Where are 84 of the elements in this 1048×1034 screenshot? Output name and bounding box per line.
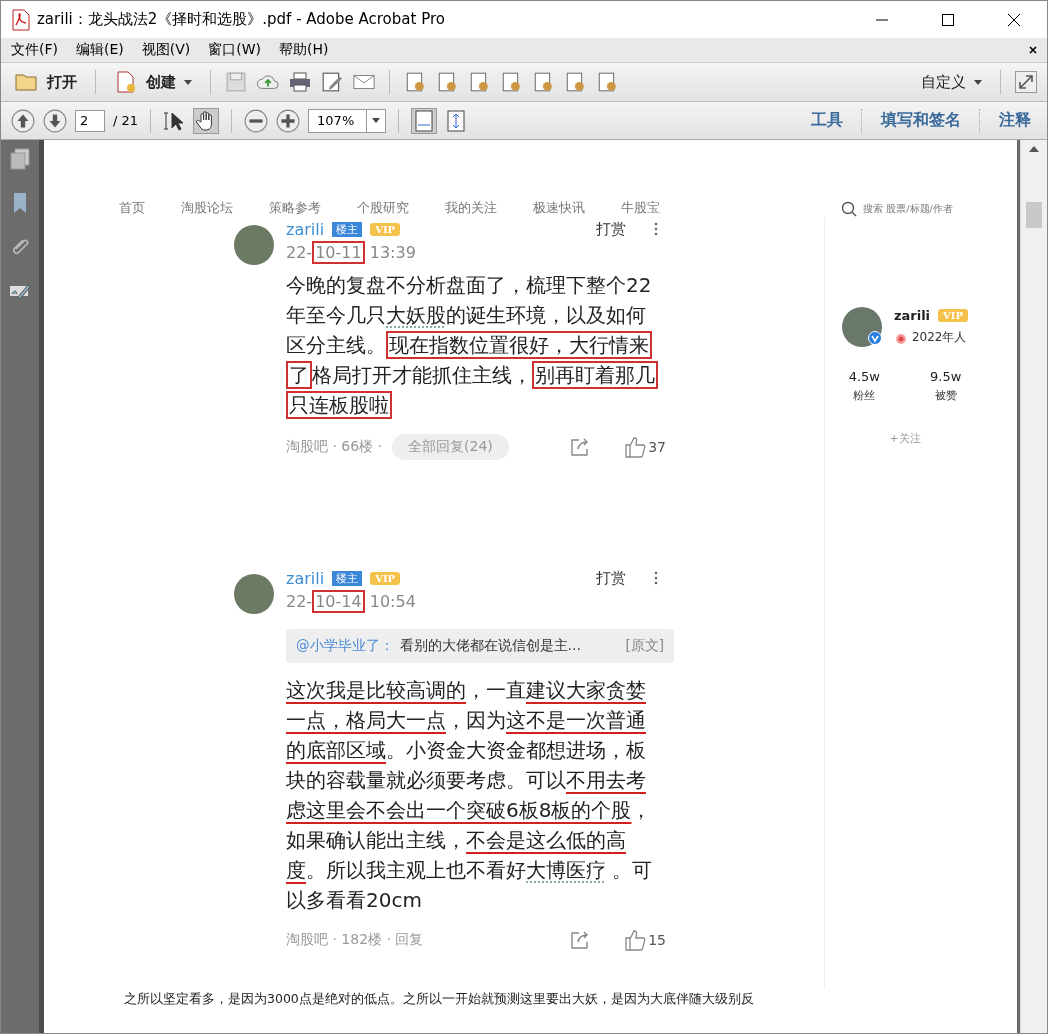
stat-value: 9.5w bbox=[930, 369, 962, 384]
folder-icon bbox=[15, 71, 39, 93]
scrollbar[interactable] bbox=[1020, 140, 1047, 1033]
forum-nav-link[interactable]: 淘股论坛 bbox=[181, 200, 233, 217]
menu-item[interactable]: 窗口(W) bbox=[208, 41, 262, 59]
stat-label: 被赞 bbox=[934, 388, 957, 403]
search-field[interactable]: 搜索 股票/标题/作者 bbox=[841, 200, 975, 217]
print-icon[interactable] bbox=[289, 71, 311, 93]
more-icon[interactable] bbox=[654, 571, 658, 585]
previous-page-button[interactable] bbox=[11, 108, 35, 133]
vip-badge: VIP bbox=[370, 222, 401, 236]
page-count: / 21 bbox=[113, 113, 139, 128]
role-badge: 楼主 bbox=[332, 570, 363, 586]
panel-tab[interactable]: 注释 bbox=[993, 110, 1037, 131]
avatar-photo bbox=[234, 225, 274, 265]
create-button[interactable]: 创建 bbox=[110, 69, 196, 95]
stat-label: 粉丝 bbox=[853, 388, 876, 403]
zoom-dropdown[interactable]: 107% bbox=[308, 108, 387, 133]
share-icon[interactable] bbox=[570, 930, 591, 950]
author-name[interactable]: zarili bbox=[286, 568, 325, 588]
fit-page-icon[interactable] bbox=[445, 109, 468, 132]
vip-badge: VIP bbox=[938, 309, 969, 322]
like-count: 15 bbox=[648, 932, 666, 948]
forum-nav-link[interactable]: 个股研究 bbox=[357, 200, 409, 217]
more-icon[interactable] bbox=[654, 222, 658, 236]
quoted-user-link[interactable]: @小学毕业了： bbox=[296, 637, 394, 655]
select-cursor-icon[interactable] bbox=[163, 109, 186, 132]
tip-button[interactable]: 打赏 bbox=[596, 568, 626, 588]
share-icon[interactable] bbox=[570, 437, 591, 457]
stat-value: 4.5w bbox=[848, 369, 880, 384]
new-file-icon bbox=[114, 71, 138, 93]
open-button[interactable]: 打开 bbox=[11, 69, 81, 95]
follow-link[interactable]: +关注 bbox=[889, 431, 921, 446]
panel-tab[interactable]: 填写和签名 bbox=[875, 110, 967, 131]
thumbs-up-icon[interactable] bbox=[624, 436, 647, 458]
fit-width-icon[interactable] bbox=[411, 107, 438, 134]
forum-nav-link[interactable]: 策略参考 bbox=[269, 200, 321, 217]
all-replies-button[interactable]: 全部回复(24) bbox=[392, 434, 509, 460]
customize-dropdown[interactable]: 自定义 bbox=[917, 70, 986, 94]
page-number-field[interactable]: 2 bbox=[75, 109, 105, 132]
quoted-text: 看别的大佬都在说信创是主… bbox=[399, 637, 581, 655]
forum-nav-link[interactable]: 首页 bbox=[119, 200, 145, 217]
panel-tab[interactable]: 工具 bbox=[805, 110, 849, 131]
honor-label: 2022年人 bbox=[911, 329, 967, 346]
post-meta: 淘股吧 · 66楼 · bbox=[286, 438, 383, 456]
thumbs-up-icon[interactable] bbox=[624, 929, 647, 951]
forum-nav-link[interactable]: 极速快讯 bbox=[533, 200, 585, 217]
next-page-button[interactable] bbox=[43, 108, 67, 133]
post-text: 今晚的复盘不分析盘面了，梳理下整个22年至今几只大妖股的诞生环境，以及如何区分主线。现在指数位置很好，大行情来了 格局打开才能抓住主线，别再盯着那几只连板股啦 bbox=[286, 270, 658, 420]
hand-tool-icon[interactable] bbox=[193, 107, 220, 134]
like-count: 37 bbox=[648, 439, 666, 455]
paragraph-text: 之所以坚定看多，是因为3000点是绝对的低点。之所以一开始就预测这里要出大妖，是因为大底伴随大级别反 bbox=[124, 991, 755, 1008]
tip-button[interactable]: 打赏 bbox=[596, 219, 626, 239]
zoom-out-button[interactable] bbox=[244, 108, 269, 133]
original-link[interactable]: [原文] bbox=[625, 637, 664, 655]
pages-icon[interactable] bbox=[9, 148, 31, 170]
scroll-thumb[interactable] bbox=[1026, 202, 1042, 228]
menu-item[interactable]: 编辑(E) bbox=[76, 41, 124, 59]
caret-icon bbox=[372, 118, 381, 123]
search-icon bbox=[841, 200, 857, 217]
menu-item[interactable]: 文件(F) bbox=[11, 41, 58, 59]
vip-badge: VIP bbox=[370, 571, 401, 585]
menu-item[interactable]: 视图(V) bbox=[141, 41, 191, 59]
forum-nav-link[interactable]: 我的关注 bbox=[445, 200, 497, 217]
menu-item[interactable]: 帮助(H) bbox=[279, 41, 329, 59]
profile-name[interactable]: zarili bbox=[893, 308, 931, 323]
profile-avatar bbox=[841, 307, 882, 347]
window-title: zarili：龙头战法2《择时和选股》.pdf - Adobe Acrobat Pro bbox=[37, 10, 445, 29]
edit-document-icon[interactable] bbox=[321, 71, 343, 93]
post-date: 22- 10-14 10:54 bbox=[286, 592, 417, 611]
caret-icon bbox=[974, 79, 982, 85]
role-badge: 楼主 bbox=[332, 221, 363, 237]
post-text: 这次我是比较高调的，一直建议大家贪婪一点，格局大一点，因为这不是一次普通的底部区域。小资金大资金都想进场，板块的容载量就必须要考虑。可以不用去考虑这里会不会出一个突破6板8板的个股，如果确认能出主线，不会是这么低的高度。所以我主观上也不看好大博医疗 。可以多看看20cm bbox=[286, 677, 654, 914]
author-name[interactable]: zarili bbox=[286, 219, 325, 239]
caret-icon bbox=[184, 79, 192, 85]
zoom-in-button[interactable] bbox=[276, 108, 301, 133]
avatar-photo bbox=[234, 574, 274, 614]
pdf-file-icon bbox=[11, 8, 31, 31]
post-date: 22- 10-11 13:39 bbox=[286, 243, 417, 262]
expand-icon[interactable] bbox=[1015, 71, 1037, 93]
post-meta: 淘股吧 · 182楼 · 回复 bbox=[286, 931, 424, 949]
close-document-icon[interactable] bbox=[1029, 46, 1037, 54]
forum-nav-link[interactable]: 牛股宝 bbox=[621, 200, 660, 217]
scroll-up-icon[interactable] bbox=[1029, 146, 1039, 152]
